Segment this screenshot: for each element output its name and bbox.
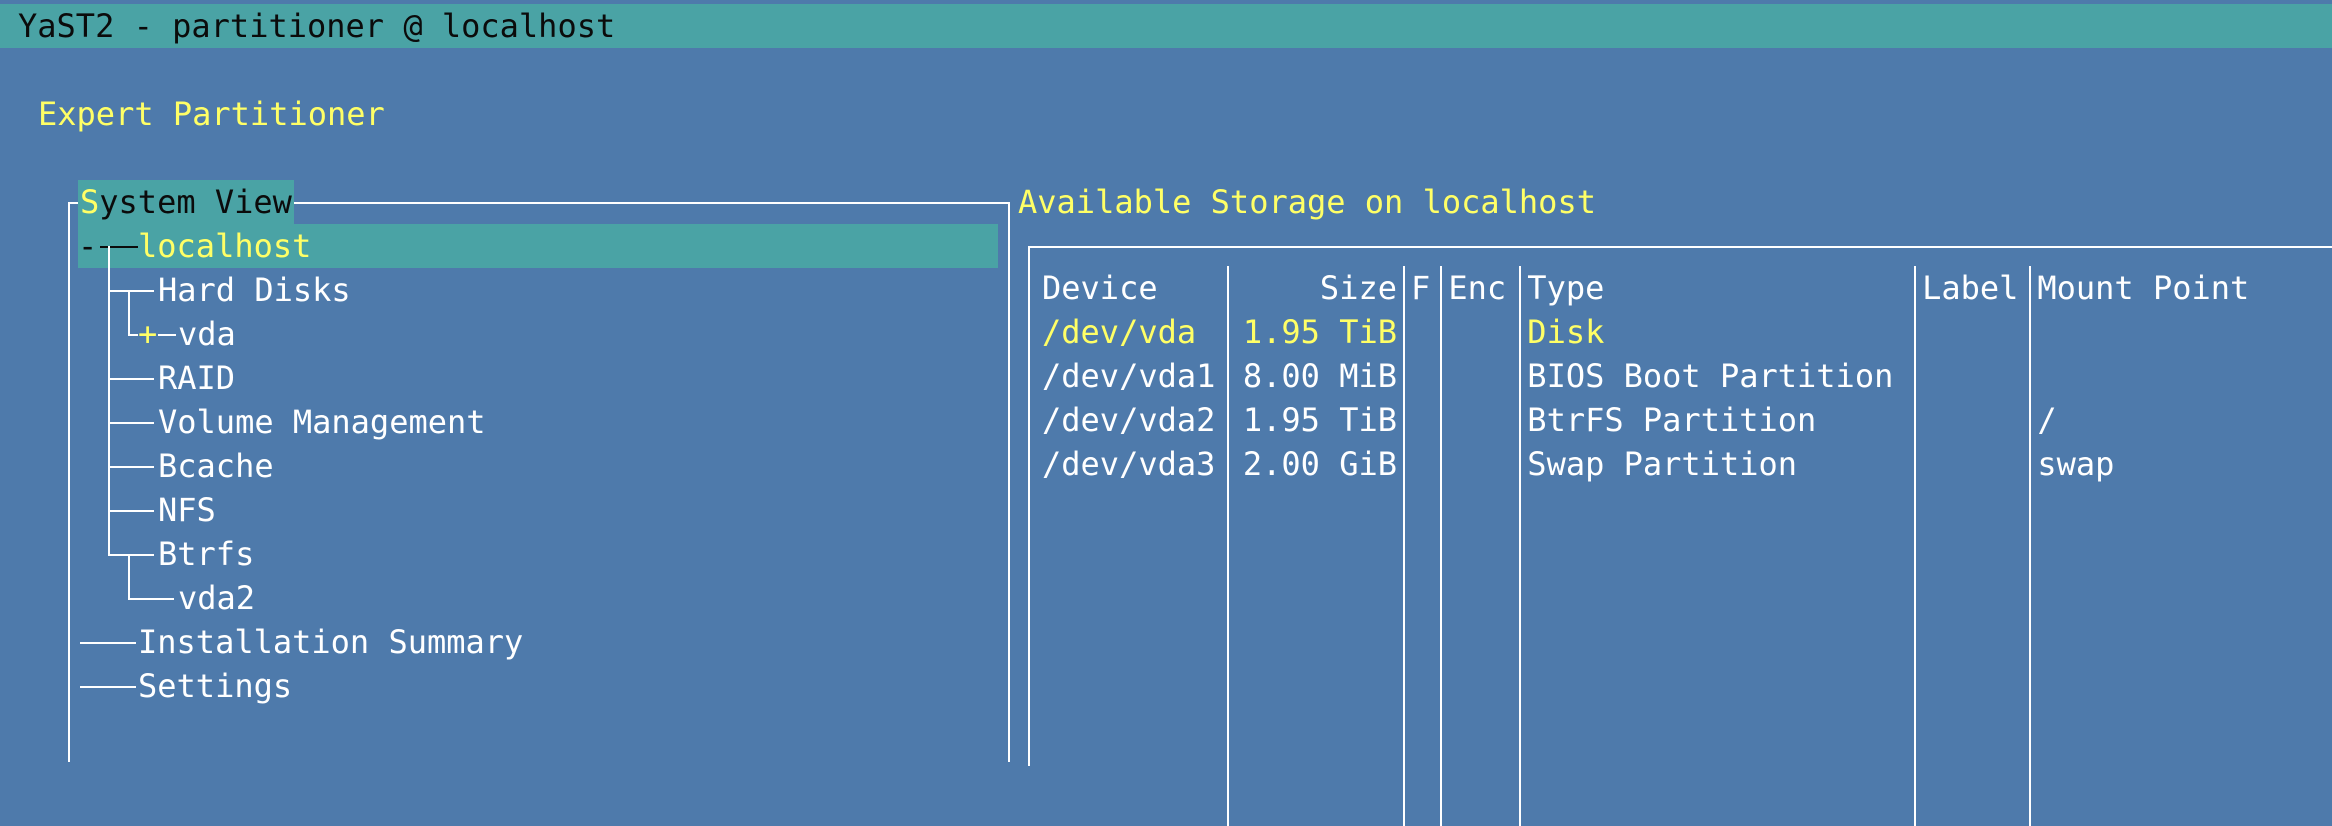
tree-item-nfs[interactable]: NFS (158, 488, 216, 532)
table-row[interactable]: /dev/vda3 2.00 GiB Swap Partition swap (1036, 442, 2332, 486)
tree-connector (108, 422, 154, 424)
cell-device: /dev/vda (1036, 310, 1230, 354)
cell-device: /dev/vda1 (1036, 354, 1230, 398)
tree-item-localhost[interactable]: - localhost (78, 224, 998, 268)
cell-mount-point: swap (2037, 445, 2115, 483)
tree-item-localhost-label: localhost (138, 227, 312, 265)
column-header-device[interactable]: Device (1036, 266, 1230, 310)
cell-enc (1441, 310, 1522, 354)
cell-enc (1441, 398, 1522, 442)
tree-expander-vda[interactable]: + (138, 312, 157, 356)
table-row[interactable]: /dev/vda 1.95 TiB Disk (1036, 310, 2332, 354)
storage-table[interactable]: Device Size F Enc Type Label Mount Point… (1036, 266, 2332, 826)
cell-type: Swap Partition (1520, 442, 1917, 486)
tree-item-hard-disks[interactable]: Hard Disks (158, 268, 351, 312)
tree-connector (128, 290, 130, 334)
table-row[interactable]: /dev/vda1 8.00 MiB BIOS Boot Partition (1036, 354, 2332, 398)
column-header-mount-point[interactable]: Mount Point (2030, 266, 2332, 310)
column-header-type[interactable]: Type (1520, 266, 1917, 310)
tree-item-volume-management[interactable]: Volume Management (158, 400, 486, 444)
tree-item-bcache[interactable]: Bcache (158, 444, 274, 488)
cell-size: 1.95 TiB (1228, 310, 1405, 354)
storage-table-header: Device Size F Enc Type Label Mount Point (1036, 266, 2332, 310)
column-header-enc[interactable]: Enc (1441, 266, 1522, 310)
system-view-title-rest: ystem View (99, 183, 292, 221)
column-header-f[interactable]: F (1403, 266, 1443, 310)
tree-connector (128, 598, 174, 600)
tree-connector (108, 378, 154, 380)
cell-type: BIOS Boot Partition (1520, 354, 1917, 398)
cell-f (1403, 442, 1443, 486)
tree-item-vda[interactable]: vda (178, 312, 236, 356)
cell-label (1915, 354, 2032, 398)
tree-connector (108, 510, 154, 512)
tree-connector (108, 466, 154, 468)
cell-label (1915, 442, 2032, 486)
cell-label (1915, 310, 2032, 354)
cell-type: BtrFS Partition (1520, 398, 1917, 442)
cell-size: 1.95 TiB (1228, 398, 1405, 442)
cell-mount-point: / (2037, 401, 2057, 439)
table-row[interactable]: /dev/vda2 1.95 TiB BtrFS Partition / (1036, 398, 2332, 442)
cell-f (1403, 398, 1443, 442)
tree-connector (100, 246, 138, 248)
cell-type: Disk (1520, 310, 1917, 354)
tree-connector (128, 554, 130, 598)
cell-device: /dev/vda2 (1036, 398, 1230, 442)
cell-size: 2.00 GiB (1228, 442, 1405, 486)
cell-f (1403, 354, 1443, 398)
tree-connector (158, 334, 176, 336)
system-view-hotkey: S (80, 183, 100, 221)
tree-connector (128, 334, 138, 336)
tree-item-btrfs[interactable]: Btrfs (158, 532, 254, 576)
cell-device: /dev/vda3 (1036, 442, 1230, 486)
tree-collapse-marker: - (78, 227, 98, 265)
cell-mount-point (2030, 310, 2332, 354)
page-heading: Expert Partitioner (38, 95, 385, 133)
tree-item-installation-summary[interactable]: Installation Summary (138, 620, 523, 664)
window-title-bar: YaST2 - partitioner @ localhost (0, 4, 2332, 48)
column-header-label[interactable]: Label (1915, 266, 2032, 310)
tree-connector (80, 642, 136, 644)
available-storage-title: Available Storage on localhost (1018, 183, 1596, 221)
tree-item-vda2[interactable]: vda2 (178, 576, 255, 620)
tree-connector (108, 554, 154, 556)
cell-mount-point (2030, 354, 2332, 398)
tree-item-settings[interactable]: Settings (138, 664, 292, 708)
cell-size: 8.00 MiB (1228, 354, 1405, 398)
column-header-size[interactable]: Size (1228, 266, 1405, 310)
table-row-empty (1036, 486, 2332, 826)
tree-item-raid[interactable]: RAID (158, 356, 235, 400)
cell-label (1915, 398, 2032, 442)
cell-enc (1441, 442, 1522, 486)
tree-connector (108, 290, 154, 292)
tree-connector (80, 686, 136, 688)
cell-enc (1441, 354, 1522, 398)
cell-f (1403, 310, 1443, 354)
system-view-title: System View (78, 180, 294, 224)
